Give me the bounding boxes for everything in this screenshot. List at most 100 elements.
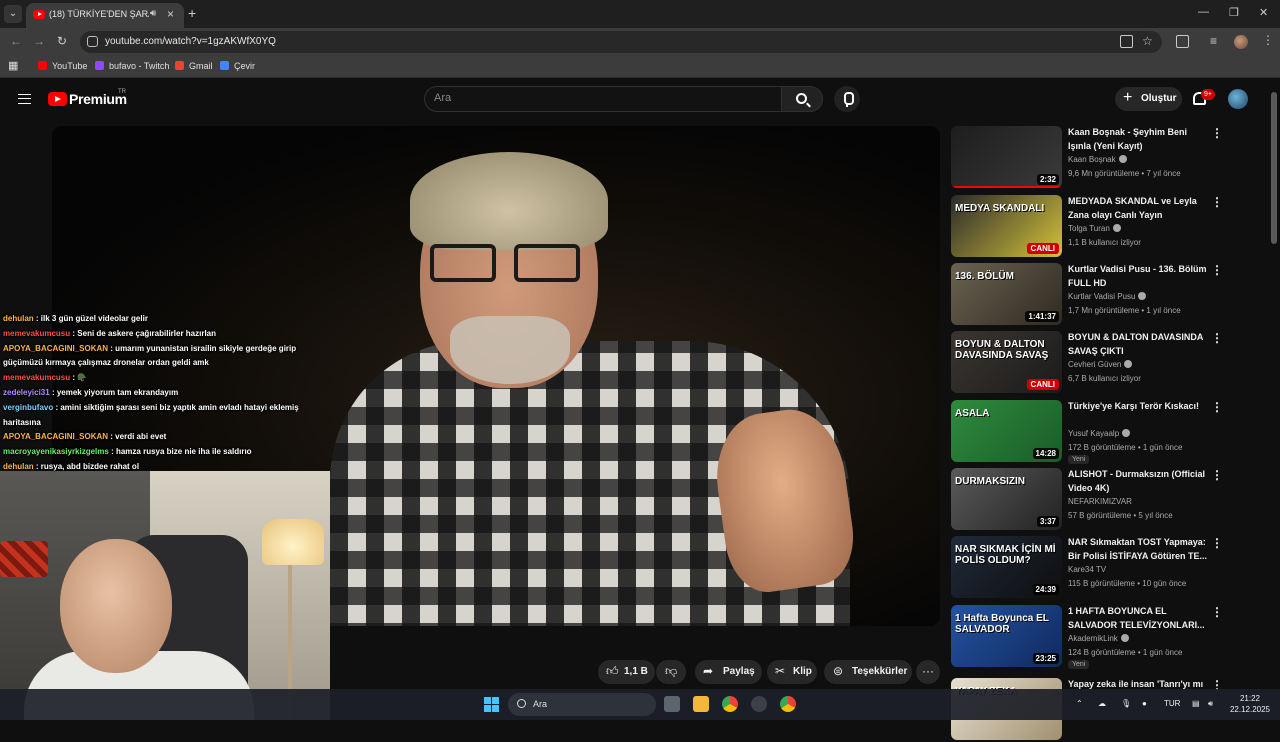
back-icon[interactable]: ← [10, 34, 22, 48]
tab-close-icon[interactable]: × [167, 7, 174, 21]
more-options-icon[interactable]: ⋮ [1211, 331, 1223, 345]
recommended-video[interactable]: 136. BÖLÜM 1:41:37 Kurtlar Vadisi Pusu - 1… [951, 263, 1263, 327]
chat-username[interactable]: APOYA_BACAGINI_SOKAN [3, 344, 108, 353]
reading-list-icon[interactable]: ≡ [1210, 34, 1217, 48]
bookmark-star-icon[interactable]: ☆ [1142, 34, 1153, 48]
restore-icon[interactable]: ❐ [1229, 6, 1239, 19]
tray-volume-icon[interactable]: 🔊︎ [1208, 699, 1213, 709]
more-options-icon[interactable]: ⋮ [1211, 126, 1223, 140]
reload-icon[interactable]: ↻ [57, 34, 67, 48]
extensions-icon[interactable] [1176, 35, 1189, 48]
tray-overflow-icon[interactable]: ⌃ [1076, 699, 1083, 708]
video-title[interactable]: MEDYADA SKANDAL ve Leyla Zana olayı Canl… [1068, 195, 1208, 222]
windows-start-icon[interactable] [484, 697, 499, 712]
youtube-logo-icon[interactable] [48, 92, 67, 106]
channel-name[interactable]: Tolga Turan [1068, 224, 1121, 233]
video-thumbnail[interactable]: MEDYA SKANDALI CANLI [951, 195, 1062, 257]
recommended-video[interactable]: NAR SIKMAK İÇİN Mİ POLİS OLDUM? 24:39 NAR … [951, 536, 1263, 600]
more-options-icon[interactable]: ⋮ [1211, 536, 1223, 550]
bookmark-youtube[interactable]: YouTube [38, 61, 87, 71]
chat-username[interactable]: verginbufavo [3, 403, 53, 412]
minimize-icon[interactable]: — [1198, 6, 1209, 18]
chrome-active-icon[interactable] [780, 696, 796, 712]
channel-name[interactable]: AkademikLink [1068, 634, 1129, 643]
new-tab-icon[interactable]: + [188, 5, 196, 21]
search-button[interactable] [781, 86, 823, 112]
channel-name[interactable]: Cevheri Güven [1068, 360, 1133, 369]
recommended-video[interactable]: 1 Hafta Boyunca EL SALVADOR 23:25 1 HAFTA … [951, 605, 1263, 669]
channel-name[interactable]: Kurtlar Vadisi Pusu [1068, 292, 1147, 301]
recommended-video[interactable]: ASALA 14:28 Türkiye'ye Karşı Terör Kıskacı… [951, 400, 1263, 464]
file-explorer-icon[interactable] [693, 696, 709, 712]
video-title[interactable]: Kurtlar Vadisi Pusu - 136. Bölüm FULL HD [1068, 263, 1208, 290]
dislike-button[interactable]: 👎︎ [656, 660, 686, 684]
address-bar[interactable]: youtube.com/watch?v=1gzAKWfX0YQ [80, 31, 1162, 53]
search-input[interactable] [434, 92, 764, 104]
bookmark-twitch[interactable]: bufavo - Twitch [95, 61, 169, 71]
tray-network-icon[interactable]: ☁ [1098, 699, 1106, 708]
create-button[interactable]: + Oluştur [1115, 87, 1182, 111]
audio-playing-icon[interactable]: 🔊︎ [150, 8, 156, 19]
video-thumbnail[interactable]: BOYUN & DALTON DAVASINDA SAVAŞ CANLI [951, 331, 1062, 393]
more-options-icon[interactable]: ⋮ [1211, 605, 1223, 619]
profile-avatar[interactable] [1234, 35, 1248, 49]
page-scrollbar[interactable] [1271, 92, 1277, 244]
video-title[interactable]: ALISHOT - Durmaksızın (Official Video 4K… [1068, 468, 1208, 495]
video-thumbnail[interactable]: 1 Hafta Boyunca EL SALVADOR 23:25 [951, 605, 1062, 667]
share-button[interactable]: ➦ Paylaş [695, 660, 762, 684]
more-options-icon[interactable]: ⋮ [1211, 468, 1223, 482]
recommended-video[interactable]: DURMAKSIZIN 3:37 ALISHOT - Durmaksızın (Of… [951, 468, 1263, 532]
bookmark-translate[interactable]: Çevir [220, 61, 255, 71]
video-thumbnail[interactable]: 2:32 [951, 126, 1062, 188]
video-title[interactable]: BOYUN & DALTON DAVASINDA SAVAŞ ÇIKTI [1068, 331, 1208, 358]
video-thumbnail[interactable]: NAR SIKMAK İÇİN Mİ POLİS OLDUM? 24:39 [951, 536, 1062, 598]
more-options-icon[interactable]: ⋮ [1211, 195, 1223, 209]
more-actions-button[interactable]: ··· [916, 660, 940, 684]
like-button[interactable]: 👍︎ 1,1 B [598, 660, 655, 684]
video-thumbnail[interactable]: DURMAKSIZIN 3:37 [951, 468, 1062, 530]
more-options-icon[interactable]: ⋮ [1211, 400, 1223, 414]
voice-search-icon[interactable] [834, 86, 860, 112]
tray-app-icon[interactable]: ● [1142, 699, 1147, 708]
thanks-button[interactable]: ⊜ Teşekkürler [824, 660, 912, 684]
site-info-icon[interactable] [87, 36, 98, 47]
chat-username[interactable]: memevakumcusu [3, 329, 70, 338]
video-thumbnail[interactable]: 136. BÖLÜM 1:41:37 [951, 263, 1062, 325]
window-close-icon[interactable]: ✕ [1259, 6, 1268, 19]
bookmark-gmail[interactable]: Gmail [175, 61, 213, 71]
chat-username[interactable]: dehulan [3, 462, 34, 471]
channel-name[interactable]: Kaan Boşnak [1068, 155, 1127, 164]
forward-icon[interactable]: → [33, 34, 45, 48]
recommended-video[interactable]: 2:32 Kaan Boşnak - Şeyhim Beni Işınla (Ye… [951, 126, 1263, 190]
chat-username[interactable]: macroyayenikasiyrkizgelms [3, 447, 109, 456]
taskbar-search[interactable]: Ara [508, 693, 656, 716]
recommended-video[interactable]: BOYUN & DALTON DAVASINDA SAVAŞ CANLI BOYUN… [951, 331, 1263, 395]
language-indicator[interactable]: TUR [1164, 699, 1180, 708]
chat-username[interactable]: zedeleyici31 [3, 388, 50, 397]
browser-tab-active[interactable]: (18) TÜRKİYE'DEN ŞARA'YA 🔊︎ × [26, 3, 184, 28]
chrome-icon[interactable] [722, 696, 738, 712]
taskbar-clock[interactable]: 21:22 22.12.2025 [1228, 693, 1272, 715]
account-avatar[interactable] [1228, 89, 1248, 109]
browser-menu-icon[interactable]: ⋮ [1262, 33, 1274, 47]
video-title[interactable]: Türkiye'ye Karşı Terör Kıskacı! [1068, 400, 1208, 414]
apps-grid-icon[interactable]: ▦ [8, 59, 18, 72]
channel-name[interactable]: Yusuf Kayaalp [1068, 429, 1131, 438]
video-title[interactable]: 1 HAFTA BOYUNCA EL SALVADOR TELEVİZYONLA… [1068, 605, 1208, 632]
cast-icon[interactable] [1120, 35, 1133, 48]
chat-username[interactable]: dehulan [3, 314, 34, 323]
chat-username[interactable]: memevakumcusu [3, 373, 70, 382]
channel-name[interactable]: Kare34 TV [1068, 565, 1106, 574]
task-view-icon[interactable] [664, 696, 680, 712]
menu-hamburger-icon[interactable] [18, 94, 31, 104]
search-box[interactable] [424, 86, 782, 112]
tray-mic-icon[interactable]: 🎙︎ [1121, 699, 1131, 708]
video-title[interactable]: NAR Sıkmaktan TOST Yapmaya: Bir Polisi İ… [1068, 536, 1208, 563]
channel-name[interactable]: NEFARKIMIZVAR [1068, 497, 1132, 506]
video-thumbnail[interactable]: ASALA 14:28 [951, 400, 1062, 462]
video-title[interactable]: Kaan Boşnak - Şeyhim Beni Işınla (Yeni K… [1068, 126, 1208, 153]
tray-wifi-icon[interactable]: ▤ [1192, 699, 1200, 708]
clip-button[interactable]: ✂ Klip [767, 660, 817, 684]
more-options-icon[interactable]: ⋮ [1211, 263, 1223, 277]
steam-icon[interactable] [751, 696, 767, 712]
